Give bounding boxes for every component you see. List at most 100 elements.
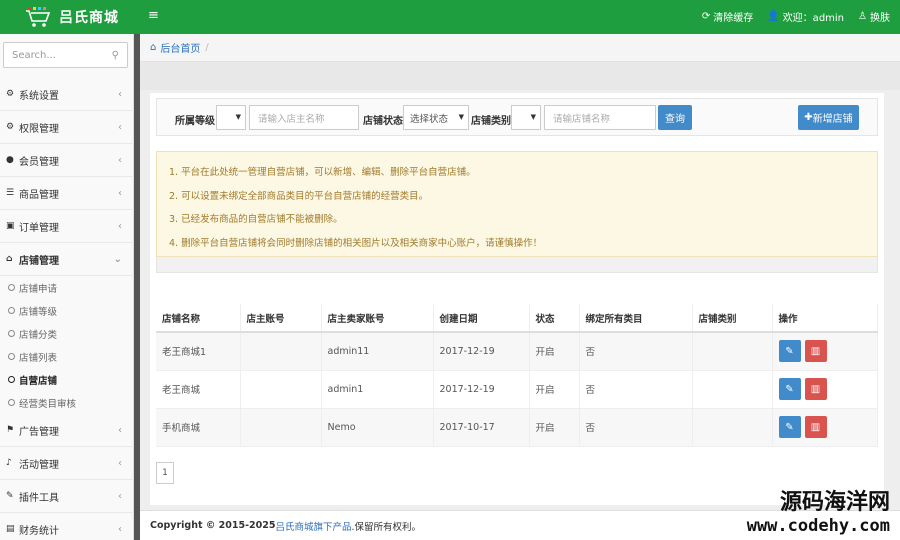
welcome-label: 欢迎：admin bbox=[782, 13, 845, 24]
cell-actions: ✎ ▥ bbox=[772, 408, 878, 447]
clear-cache-button[interactable]: ⟳ 清除缓存 bbox=[702, 9, 753, 24]
top-bar: 吕氏商城 ≡ ⟳ 清除缓存 👤 欢迎：admin ♙ 换肤 bbox=[0, 0, 900, 34]
level-label: 所属等级 bbox=[175, 116, 215, 127]
filter-bar: 所属等级 ▼ 请输入店主名称 店铺状态 选择状态 ▼ 店铺类别 ▼ 请输店铺名称 … bbox=[156, 98, 878, 136]
sidebar-item-activity[interactable]: ♪ 活动管理 ‹ bbox=[0, 447, 134, 480]
sidebar-item-ads[interactable]: ⚑ 广告管理 ‹ bbox=[0, 414, 134, 447]
sidebar-item-label: 插件工具 bbox=[19, 492, 59, 504]
subitem-label: 经营类目审核 bbox=[19, 398, 77, 410]
sidebar-item-label: 系统设置 bbox=[19, 90, 59, 102]
cell-category bbox=[692, 332, 773, 371]
sidebar-item-shop[interactable]: ⌂ 店铺管理 ⌄ bbox=[0, 243, 134, 276]
cell-shop-name: 手机商城 bbox=[156, 408, 241, 447]
col-header: 操作 bbox=[772, 304, 878, 333]
search-placeholder: Search... bbox=[12, 49, 56, 61]
shop-name-input[interactable]: 请输店铺名称 bbox=[544, 105, 656, 130]
chevron-left-icon: ‹ bbox=[118, 424, 122, 436]
delete-button[interactable]: ▥ bbox=[804, 340, 827, 363]
skin-button[interactable]: ♙ 换肤 bbox=[858, 9, 890, 24]
cell-status: 开启 bbox=[529, 408, 580, 447]
trash-icon: ▥ bbox=[810, 345, 821, 357]
col-header: 店铺类别 bbox=[692, 304, 773, 333]
chevron-left-icon: ‹ bbox=[118, 88, 122, 100]
user-icon: ● bbox=[6, 155, 14, 165]
sidebar-subitem-apply[interactable]: 店铺申请 bbox=[0, 276, 134, 299]
sidebar-subitem-level[interactable]: 店铺等级 bbox=[0, 299, 134, 322]
sidebar-subitem-list[interactable]: 店铺列表 bbox=[0, 345, 134, 368]
query-button[interactable]: 查询 bbox=[658, 105, 692, 130]
notice-line: 4. 删除平台自营店铺将会同时删除店铺的相关图片以及相关商家中心账户，请谨慎操作… bbox=[169, 237, 543, 249]
cell-bound: 否 bbox=[579, 370, 693, 409]
sidebar-item-goods[interactable]: ☰ 商品管理 ‹ bbox=[0, 177, 134, 210]
delete-button[interactable]: ▥ bbox=[804, 416, 827, 438]
breadcrumb-home-link[interactable]: 后台首页 bbox=[160, 40, 200, 55]
sidebar-item-label: 广告管理 bbox=[19, 426, 59, 438]
plus-icon: ✚ bbox=[804, 112, 813, 123]
content-scrollbar[interactable] bbox=[884, 90, 900, 510]
sidebar-item-system[interactable]: ⚙ 系统设置 ‹ bbox=[0, 78, 134, 111]
chevron-left-icon: ‹ bbox=[118, 490, 122, 502]
table-row: 老王商城1 admin11 2017-12-19 开启 否 ✎ ▥ bbox=[156, 332, 878, 371]
subitem-label: 店铺列表 bbox=[19, 352, 58, 364]
delete-button[interactable]: ▥ bbox=[804, 378, 827, 400]
sidebar-subitem-self-shop[interactable]: 自营店铺 bbox=[0, 368, 134, 391]
subitem-label: 自营店铺 bbox=[19, 375, 58, 387]
chevron-left-icon: ‹ bbox=[118, 154, 122, 166]
sidebar-item-permission[interactable]: ⚙ 权限管理 ‹ bbox=[0, 111, 134, 144]
chevron-left-icon: ‹ bbox=[118, 220, 122, 232]
sidebar-subitem-category[interactable]: 店铺分类 bbox=[0, 322, 134, 345]
shop-table: 店铺名称 店主账号 店主卖家账号 创建日期 状态 绑定所有类目 店铺类别 操作 … bbox=[156, 304, 878, 447]
status-label: 店铺状态 bbox=[363, 116, 403, 127]
sidebar-item-order[interactable]: ▣ 订单管理 ‹ bbox=[0, 210, 134, 243]
watermark-line2: www.codehy.com bbox=[746, 516, 890, 536]
trash-icon: ▥ bbox=[810, 421, 821, 433]
sidebar-subitem-audit[interactable]: 经营类目审核 bbox=[0, 391, 134, 414]
sidebar-item-label: 店铺管理 bbox=[19, 255, 59, 267]
sidebar-item-label: 权限管理 bbox=[19, 123, 59, 135]
sidebar-item-plugin[interactable]: ✎ 插件工具 ‹ bbox=[0, 480, 134, 513]
brand[interactable]: 吕氏商城 bbox=[25, 4, 119, 30]
cell-seller: admin11 bbox=[321, 332, 434, 371]
sidebar: Search... ⚲ ⚙ 系统设置 ‹ ⚙ 权限管理 ‹ ● 会员管理 ‹ ☰ 商品管理 ‹ … bbox=[0, 34, 134, 540]
cell-owner bbox=[240, 332, 322, 371]
rights-text: .保留所有权利。 bbox=[351, 521, 422, 533]
book-icon: ▤ bbox=[6, 524, 15, 534]
sidebar-nav: ⚙ 系统设置 ‹ ⚙ 权限管理 ‹ ● 会员管理 ‹ ☰ 商品管理 ‹ ▣ 订单管理 ‹ ⌂ 店铺管理… bbox=[0, 78, 134, 540]
subitem-label: 店铺申请 bbox=[19, 283, 58, 295]
add-shop-button[interactable]: ✚ 新增店铺 bbox=[798, 105, 859, 130]
user-icon: 👤 bbox=[767, 11, 780, 22]
order-icon: ▣ bbox=[6, 221, 15, 231]
sidebar-scrollbar[interactable] bbox=[134, 34, 140, 540]
watermark: 源码海洋网 www.codehy.com bbox=[747, 484, 890, 536]
edit-button[interactable]: ✎ bbox=[778, 378, 801, 400]
edit-button[interactable]: ✎ bbox=[778, 416, 801, 438]
edit-button[interactable]: ✎ bbox=[778, 340, 801, 363]
menu-toggle-icon[interactable]: ≡ bbox=[148, 8, 159, 23]
refresh-icon: ⟳ bbox=[701, 11, 711, 22]
gears-icon: ⚙ bbox=[6, 122, 15, 132]
search-input[interactable]: Search... ⚲ bbox=[3, 42, 128, 68]
circle-icon bbox=[8, 399, 15, 406]
sidebar-item-label: 财务统计 bbox=[19, 525, 59, 537]
owner-name-input[interactable]: 请输入店主名称 bbox=[249, 105, 359, 130]
status-select[interactable]: 选择状态 ▼ bbox=[403, 105, 469, 130]
pagination-button[interactable]: 1 bbox=[156, 462, 174, 484]
footer-brand-link[interactable]: 吕氏商城旗下产品 bbox=[275, 519, 351, 533]
pencil-icon: ✎ bbox=[785, 345, 794, 357]
chevron-down-icon: ⌄ bbox=[113, 253, 122, 265]
sidebar-item-label: 订单管理 bbox=[19, 222, 59, 234]
notice-footer bbox=[156, 257, 878, 273]
trash-icon: ▥ bbox=[810, 383, 821, 395]
circle-icon bbox=[8, 330, 15, 337]
level-select[interactable]: ▼ bbox=[216, 105, 246, 130]
page-header-band bbox=[140, 62, 900, 90]
cell-shop-name: 老王商城 bbox=[156, 370, 241, 409]
caret-down-icon: ▼ bbox=[530, 113, 536, 121]
category-select[interactable]: ▼ bbox=[511, 105, 541, 130]
user-menu[interactable]: 👤 欢迎：admin bbox=[767, 9, 844, 24]
pencil-icon: ✎ bbox=[785, 421, 794, 433]
sidebar-item-finance[interactable]: ▤ 财务统计 ‹ bbox=[0, 513, 134, 540]
chevron-left-icon: ‹ bbox=[118, 457, 122, 469]
category-label: 店铺类别 bbox=[471, 116, 511, 127]
sidebar-item-member[interactable]: ● 会员管理 ‹ bbox=[0, 144, 134, 177]
